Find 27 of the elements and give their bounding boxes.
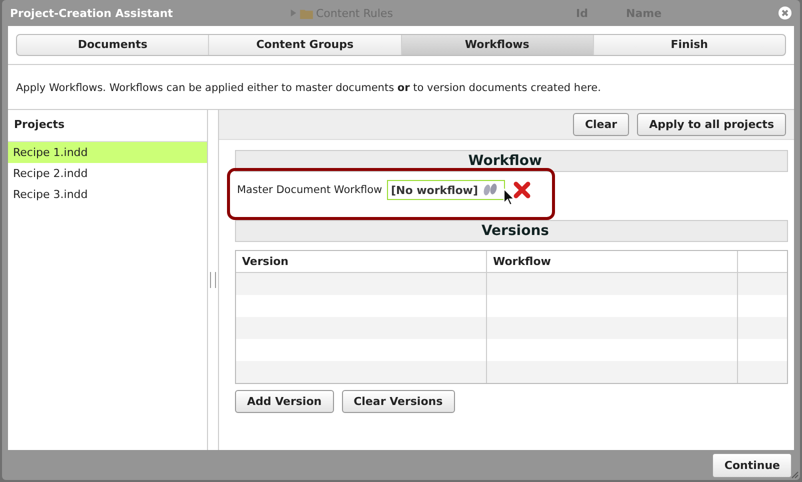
workflow-field[interactable]: [No workflow] (387, 180, 505, 200)
window-title: Project-Creation Assistant (10, 6, 174, 20)
versions-button[interactable]: Clear Versions (342, 390, 455, 413)
continue-button[interactable]: Continue (712, 452, 792, 478)
wizard-step-tab[interactable]: Documents (17, 35, 210, 55)
section-header: Workflow (235, 150, 788, 172)
column-header: Workflow (487, 251, 738, 272)
section-header: Versions (235, 220, 788, 242)
description-text: Apply Workflows. Workflows can be applied either to master documents or to version documents created here. (8, 64, 794, 109)
wizard-step-tab[interactable]: Workflows (402, 35, 594, 55)
wizard-step-tab[interactable]: Finish (594, 35, 785, 55)
toolbar-button[interactable]: Apply to all projects (637, 113, 786, 136)
expand-triangle-icon (290, 9, 297, 17)
folder-icon (300, 8, 313, 18)
versions-button[interactable]: Add Version (235, 390, 334, 413)
column-header: Version (236, 251, 487, 272)
field-label: Master Document Workflow (236, 184, 384, 196)
close-icon[interactable] (778, 6, 792, 20)
project-list-item[interactable]: Recipe 3.indd (8, 184, 207, 205)
project-list-item[interactable]: Recipe 2.indd (8, 163, 207, 184)
cursor-icon (503, 188, 515, 206)
footprints-icon (482, 183, 498, 197)
splitter-handle[interactable] (208, 110, 219, 450)
project-list-item[interactable]: Recipe 1.indd (8, 142, 207, 163)
toolbar-button[interactable]: Clear (572, 113, 630, 136)
remove-icon[interactable] (513, 181, 531, 199)
resize-grip-icon[interactable] (791, 471, 799, 479)
